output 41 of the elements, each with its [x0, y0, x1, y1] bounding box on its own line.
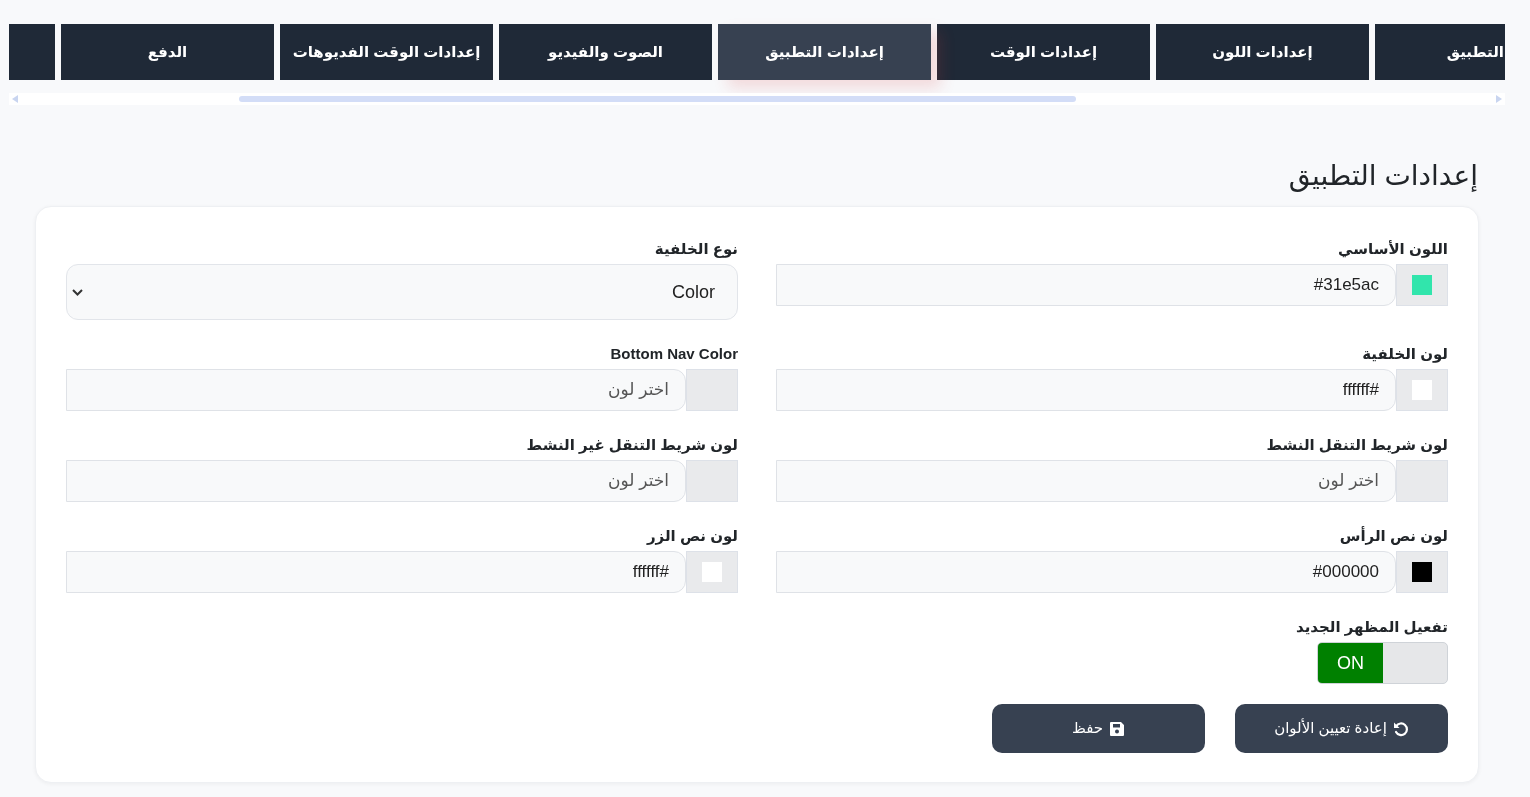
color-picker[interactable]: [1396, 369, 1448, 411]
chevron-down-icon: [72, 288, 83, 296]
scrollbar-thumb[interactable]: [239, 96, 1076, 102]
tab[interactable]: إعدادات اللون: [1156, 24, 1369, 80]
toggle-switch[interactable]: ON: [1317, 642, 1448, 684]
color-input-field[interactable]: ffffff#: [776, 369, 1396, 411]
tab[interactable]: إعدادات الوقت: [937, 24, 1150, 80]
tab[interactable]: الصوت والفيديو: [499, 24, 712, 80]
color-picker[interactable]: [686, 369, 738, 411]
color-picker[interactable]: [1396, 460, 1448, 502]
color-picker[interactable]: [686, 460, 738, 502]
color-input-field[interactable]: #000000: [776, 551, 1396, 593]
field-label: تفعيل المظهر الجديد: [1296, 617, 1448, 637]
field-label: اللون الأساسي: [1338, 239, 1448, 259]
save-button[interactable]: حفظ: [992, 704, 1205, 753]
field-label: لون شريط التنقل النشط: [1266, 435, 1448, 455]
color-picker[interactable]: [1396, 264, 1448, 306]
color-input-field[interactable]: #31e5ac: [776, 264, 1396, 306]
color-input-field[interactable]: اختر لون: [776, 460, 1396, 502]
color-input-field[interactable]: ffffff#: [66, 551, 686, 593]
undo-icon: [1392, 720, 1409, 737]
field-label: لون نص الزر: [647, 526, 738, 546]
reset-button[interactable]: إعادة تعيين الألوان: [1235, 704, 1448, 753]
field-label: لون شريط التنقل غير النشط: [526, 435, 738, 455]
tab[interactable]: إعدادات الوقت الفديوهات: [280, 24, 493, 80]
color-picker[interactable]: [1396, 551, 1448, 593]
tab[interactable]: [9, 24, 55, 80]
field-label: لون الخلفية: [1362, 344, 1448, 364]
scroll-right-icon[interactable]: [1496, 95, 1502, 103]
field-label: Bottom Nav Color: [610, 344, 738, 364]
dropdown[interactable]: Color: [66, 264, 738, 320]
page-title: إعدادات التطبيق: [1288, 159, 1478, 194]
field-label: لون نص الرأس: [1339, 526, 1448, 546]
tab[interactable]: إعدادات التطبيق: [718, 24, 931, 80]
tab[interactable]: الدفع: [61, 24, 274, 80]
color-input-field[interactable]: اختر لون: [66, 369, 686, 411]
scroll-left-icon[interactable]: [12, 95, 18, 103]
tab[interactable]: التطبيق: [1375, 24, 1505, 80]
color-input-field[interactable]: اختر لون: [66, 460, 686, 502]
field-label: نوع الخلفية: [654, 239, 738, 259]
color-picker[interactable]: [686, 551, 738, 593]
